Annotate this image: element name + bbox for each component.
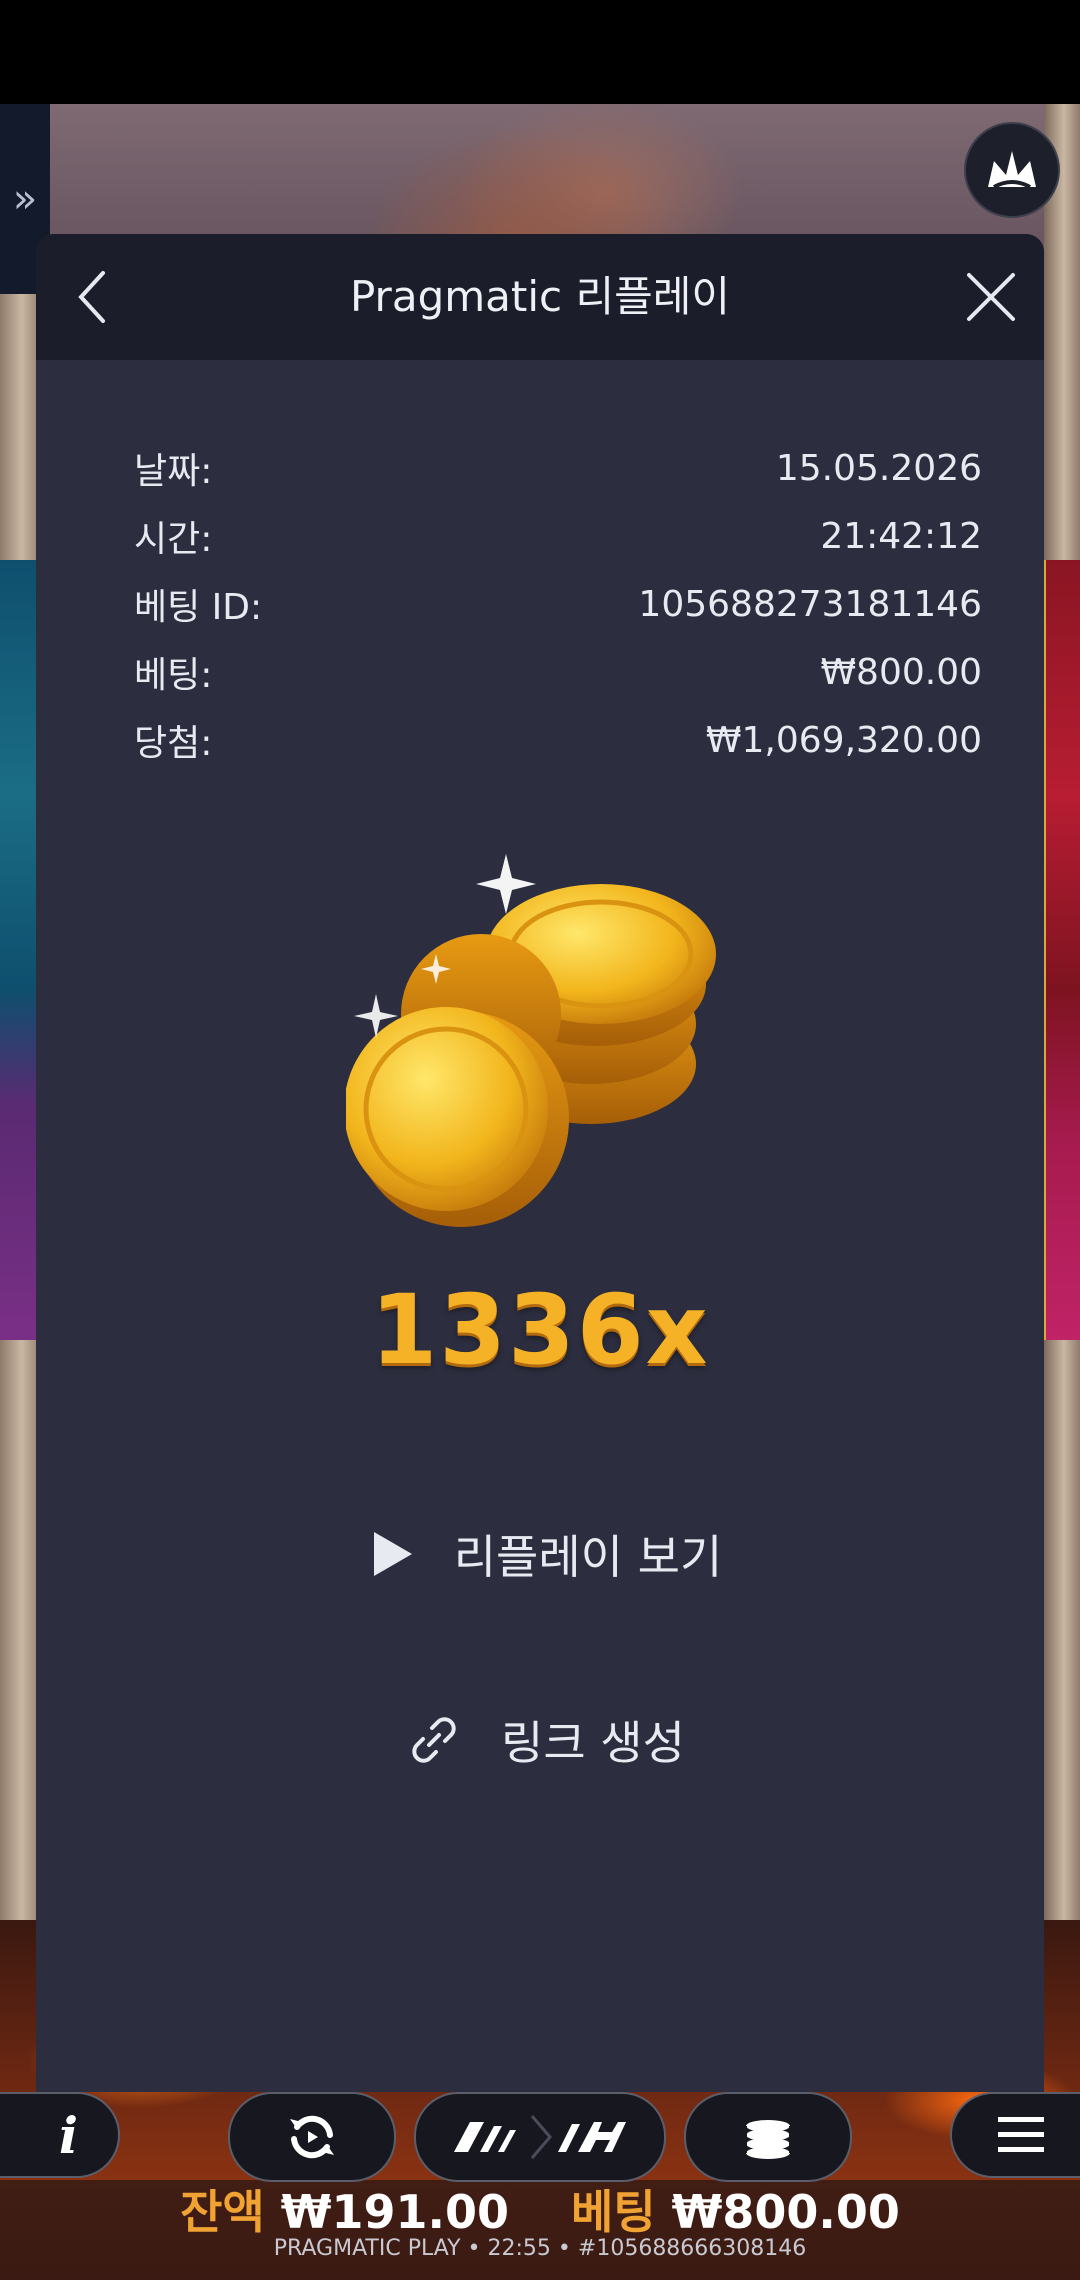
watch-replay-label: 리플레이 보기 <box>453 1530 723 1584</box>
footer-brand: PRAGMATIC PLAY <box>273 2236 461 2261</box>
info-value: 105688273181146 <box>638 583 982 625</box>
turbo-spin-button[interactable] <box>414 2092 666 2182</box>
bet-value: ₩800.00 <box>671 2185 900 2239</box>
info-value: 21:42:12 <box>820 515 982 557</box>
info-label: 당첨: <box>134 723 213 764</box>
coins-stack-icon <box>745 2120 791 2159</box>
info-row-bet: 베팅: ₩800.00 <box>134 638 982 706</box>
info-button[interactable]: i <box>0 2092 120 2178</box>
balance-label: 잔액 <box>180 2185 265 2239</box>
close-icon <box>967 273 1015 321</box>
bet-label: 베팅 <box>571 2185 656 2239</box>
replay-dialog: Pragmatic 리플레이 날짜: 15.05.2026 시간: 21:42:… <box>36 234 1044 2092</box>
create-link-button[interactable]: 링크 생성 <box>376 1690 716 1790</box>
footer-info: PRAGMATIC PLAY • 22:55 • #10568866630814… <box>0 2236 1080 2274</box>
autoplay-button[interactable] <box>228 2092 396 2182</box>
win-multiplier: 1336x <box>370 1274 710 1386</box>
info-label: 날짜: <box>134 451 213 492</box>
balance-bet-status: 잔액 ₩191.00 베팅 ₩800.00 <box>0 2176 1080 2239</box>
bet-amount-button[interactable] <box>684 2092 852 2182</box>
info-label: 시간: <box>134 519 213 560</box>
turbo-speed-icon <box>454 2115 626 2159</box>
create-link-label: 링크 생성 <box>501 1716 685 1770</box>
info-value: ₩800.00 <box>820 651 982 693</box>
coin-stack-icon <box>346 854 716 1227</box>
play-icon <box>370 1530 414 1578</box>
info-icon: i <box>59 2105 78 2165</box>
back-button[interactable] <box>52 254 132 340</box>
brand-button[interactable] <box>964 122 1060 218</box>
menu-button[interactable] <box>950 2092 1080 2178</box>
screen: » Pragmatic 리플레이 날짜: 15.05.2026 시간: 21:4… <box>0 0 1080 2280</box>
info-value: ₩1,069,320.00 <box>705 719 982 761</box>
info-row-win: 당첨: ₩1,069,320.00 <box>134 706 982 774</box>
dialog-header: Pragmatic 리플레이 <box>36 234 1044 360</box>
footer-round-id: #105688666308146 <box>577 2236 807 2261</box>
autoplay-icon <box>290 2115 334 2159</box>
footer-separator: • <box>467 2236 488 2261</box>
hamburger-menu-icon <box>998 2117 1044 2152</box>
balance-value: ₩191.00 <box>280 2185 509 2239</box>
info-row-bet-id: 베팅 ID: 105688273181146 <box>134 570 982 638</box>
chevron-left-icon <box>78 271 105 323</box>
info-value: 15.05.2026 <box>775 447 982 489</box>
crown-logo-icon <box>988 151 1036 189</box>
watch-replay-button[interactable]: 리플레이 보기 <box>336 1504 756 1604</box>
bet-info-table: 날짜: 15.05.2026 시간: 21:42:12 베팅 ID: 10568… <box>134 434 982 774</box>
info-row-time: 시간: 21:42:12 <box>134 502 982 570</box>
footer-separator: • <box>557 2236 578 2261</box>
right-reel-edge <box>1040 560 1080 1340</box>
dialog-title: Pragmatic 리플레이 <box>349 272 731 321</box>
footer-time: 22:55 <box>487 2236 551 2261</box>
info-row-date: 날짜: 15.05.2026 <box>134 434 982 502</box>
info-label: 베팅: <box>134 655 213 696</box>
info-label: 베팅 ID: <box>134 587 263 628</box>
close-button[interactable] <box>948 254 1034 340</box>
link-icon <box>407 1713 461 1767</box>
